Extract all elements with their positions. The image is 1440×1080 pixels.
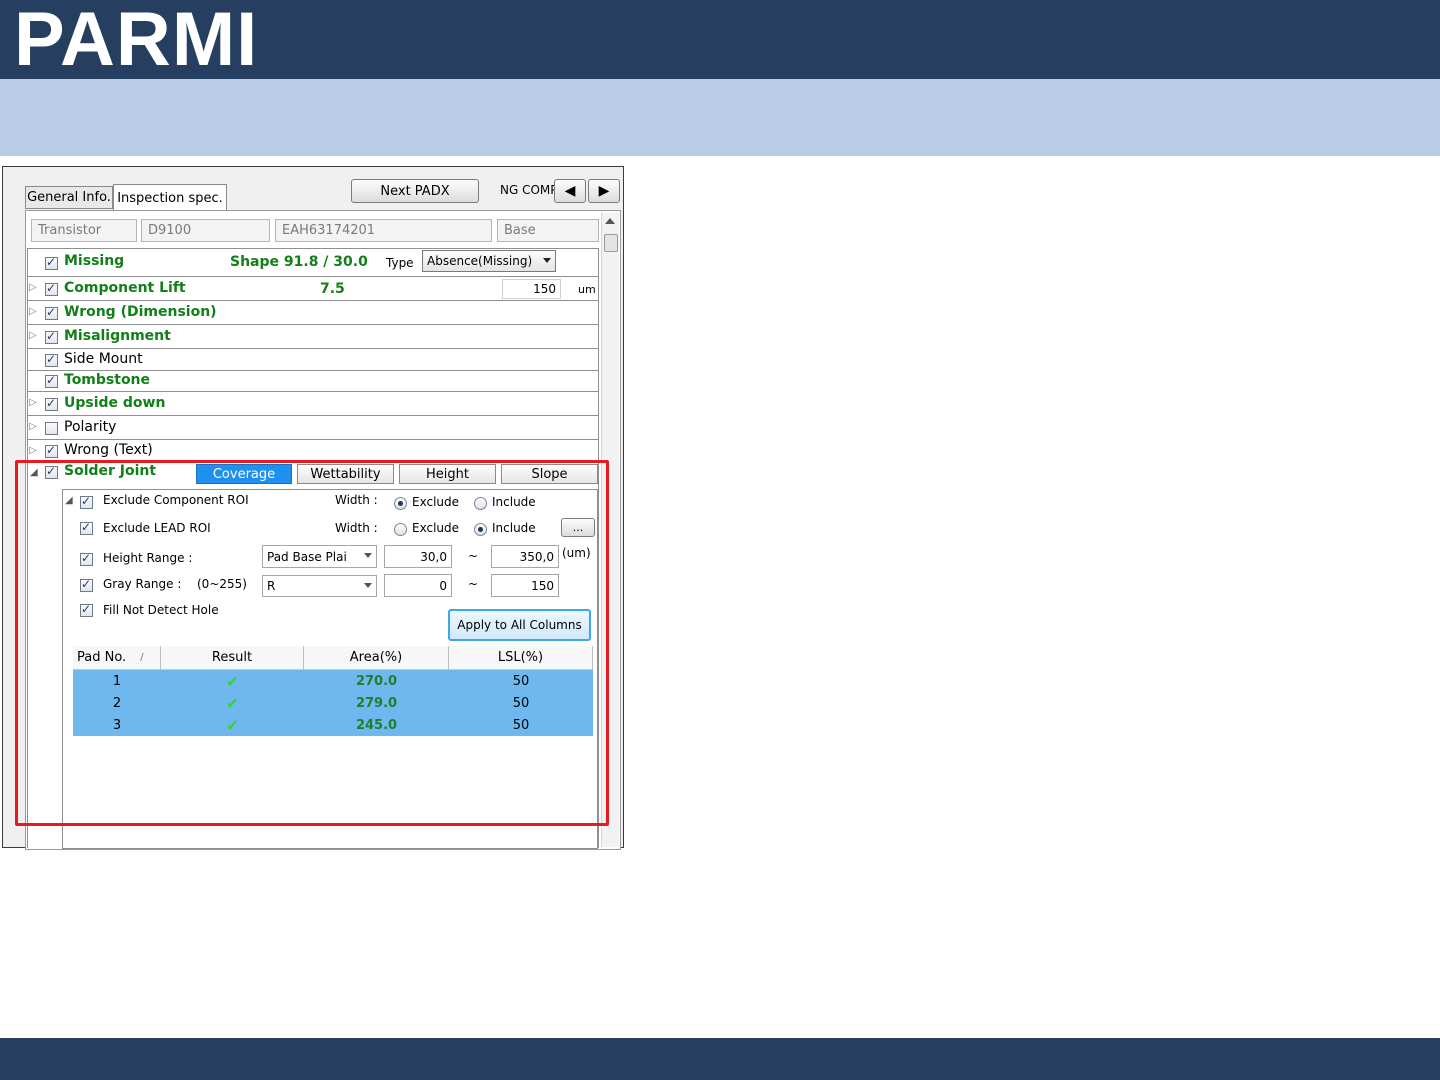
polarity-checkbox[interactable] (45, 422, 58, 435)
highlight-box (15, 460, 609, 826)
misalignment-checkbox[interactable] (45, 329, 58, 344)
item-side-mount[interactable]: Side Mount (27, 349, 599, 371)
item-wrong-dimension[interactable]: ▷ Wrong (Dimension) (27, 301, 599, 325)
upside-down-label: Upside down (64, 395, 166, 411)
side-mount-checkbox[interactable] (45, 352, 58, 367)
scroll-thumb[interactable] (604, 234, 618, 252)
side-mount-label: Side Mount (64, 351, 143, 367)
item-wrong-text[interactable]: ▷ Wrong (Text) (27, 440, 599, 462)
component-lift-limit-input[interactable]: 150 (502, 279, 561, 299)
part-number-field: EAH63174201 (275, 219, 492, 242)
item-component-lift[interactable]: ▷ Component Lift 7.5 150 um (27, 277, 599, 301)
component-lift-unit: um (578, 283, 596, 296)
sub-header-bar (0, 79, 1440, 156)
expand-icon[interactable]: ▷ (29, 445, 37, 456)
parmi-logo: PARMI (14, 0, 259, 82)
expand-icon[interactable]: ▷ (29, 421, 37, 432)
upside-down-checkbox[interactable] (45, 396, 58, 411)
polarity-label: Polarity (64, 419, 117, 435)
component-lift-value: 7.5 (320, 281, 345, 297)
arrow-right-icon: ▶ (598, 183, 610, 199)
tab-inspection-spec[interactable]: Inspection spec. (113, 184, 227, 211)
reference-field: D9100 (141, 219, 270, 242)
tombstone-label: Tombstone (64, 372, 151, 388)
next-ng-button[interactable]: ▶ (588, 179, 620, 203)
item-tombstone[interactable]: Tombstone (27, 371, 599, 392)
tombstone-checkbox[interactable] (45, 373, 58, 388)
expand-icon[interactable]: ▷ (29, 306, 37, 317)
arrow-left-icon: ◀ (564, 183, 576, 199)
type-label: Type (386, 256, 414, 270)
item-misalignment[interactable]: ▷ Misalignment (27, 325, 599, 349)
missing-label: Missing (64, 253, 125, 269)
chevron-down-icon (543, 258, 551, 263)
component-type-field: Transistor (31, 219, 137, 242)
package-field: Base (497, 219, 599, 242)
missing-checkbox[interactable] (45, 255, 58, 270)
missing-shape-value: Shape 91.8 / 30.0 (230, 254, 368, 270)
wrong-dimension-label: Wrong (Dimension) (64, 304, 217, 320)
wrong-text-checkbox[interactable] (45, 443, 58, 458)
misalignment-label: Misalignment (64, 328, 171, 344)
scroll-up-icon[interactable] (605, 218, 615, 224)
expand-icon[interactable]: ▷ (29, 330, 37, 341)
component-lift-label: Component Lift (64, 280, 186, 296)
prev-ng-button[interactable]: ◀ (554, 179, 586, 203)
type-select[interactable]: Absence(Missing) (422, 250, 556, 272)
footer-bar (0, 1038, 1440, 1080)
expand-icon[interactable]: ▷ (29, 282, 37, 293)
tab-general-info[interactable]: General Info. (25, 186, 113, 209)
component-lift-checkbox[interactable] (45, 281, 58, 296)
next-padx-button[interactable]: Next PADX (351, 179, 479, 203)
type-select-value: Absence(Missing) (427, 254, 533, 268)
ng-comp-label: NG COMP (500, 183, 558, 197)
item-polarity[interactable]: ▷ Polarity (27, 416, 599, 440)
item-missing[interactable]: Missing Shape 91.8 / 30.0 Type Absence(M… (27, 249, 599, 277)
wrong-text-label: Wrong (Text) (64, 442, 153, 458)
expand-icon[interactable]: ▷ (29, 397, 37, 408)
item-upside-down[interactable]: ▷ Upside down (27, 392, 599, 416)
wrong-dimension-checkbox[interactable] (45, 305, 58, 320)
